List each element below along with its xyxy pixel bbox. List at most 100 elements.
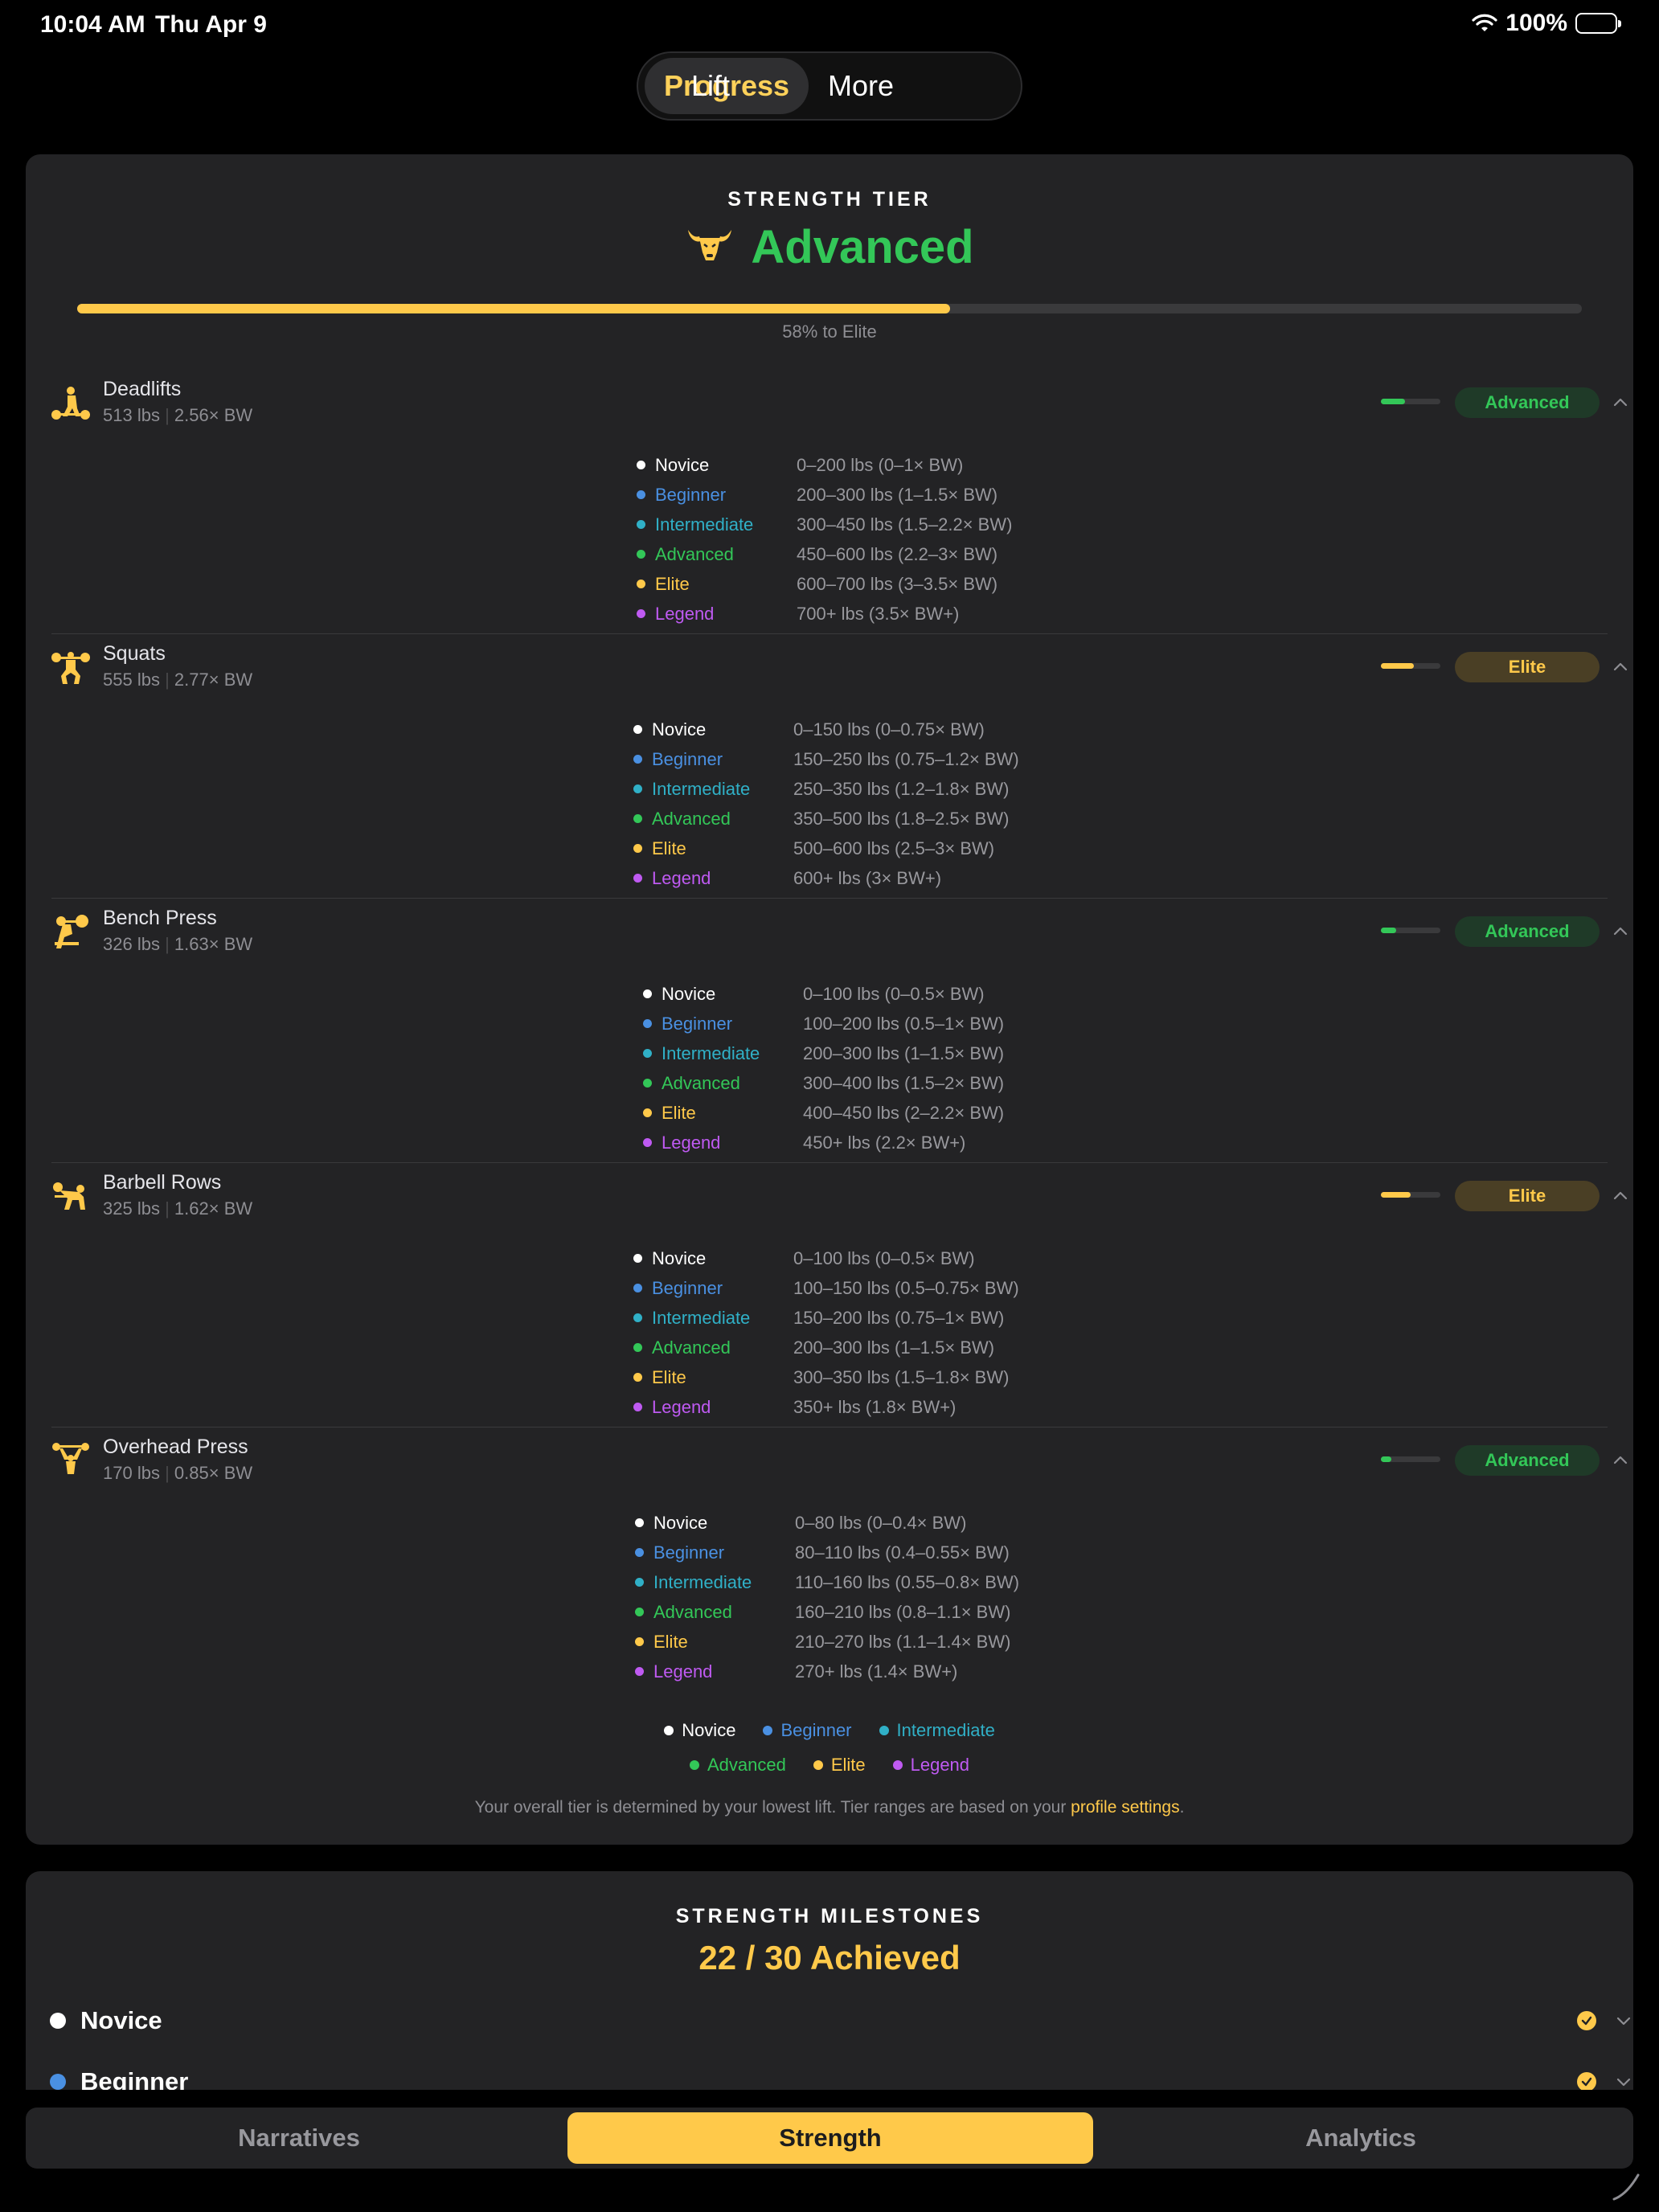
tier-name: Elite (653, 1631, 688, 1652)
lift-tier-badge: Advanced (1455, 387, 1600, 418)
tier-dot (643, 1138, 652, 1147)
tier-name: Elite (652, 838, 686, 858)
tier-dot (633, 1284, 642, 1292)
tab-lift[interactable]: Lift (664, 58, 757, 114)
overhead-press-icon (51, 1442, 90, 1481)
lift-divider (51, 898, 1608, 899)
tier-range: 300–400 lbs (1.5–2× BW) (803, 1072, 1005, 1093)
tab-more[interactable]: More (809, 58, 913, 114)
legend-item: Novice (664, 1720, 735, 1741)
tier-progress-bar (77, 304, 1582, 313)
milestones-count: 22 / 30 Achieved (698, 1939, 961, 1976)
lift-stats: 555 lbs | 2.77× BW (103, 670, 253, 690)
tier-range: 150–200 lbs (0.75–1× BW) (793, 1307, 1005, 1328)
tier-range-row: Intermediate 200–300 lbs (1–1.5× BW) (643, 1038, 1004, 1068)
tier-dot (643, 1019, 652, 1028)
tier-range-row: Elite 210–270 lbs (1.1–1.4× BW) (635, 1627, 1010, 1657)
chevron-up-icon[interactable] (1612, 924, 1628, 937)
tier-dot (637, 550, 645, 559)
tier-range: 160–210 lbs (0.8–1.1× BW) (795, 1601, 1011, 1622)
checkmark-icon (1577, 2072, 1596, 2091)
tier-dot (643, 1049, 652, 1058)
tier-range: 210–270 lbs (1.1–1.4× BW) (795, 1631, 1011, 1652)
tier-range: 250–350 lbs (1.2–1.8× BW) (793, 778, 1010, 799)
tier-range: 0–100 lbs (0–0.5× BW) (793, 1247, 975, 1268)
battery-percent: 100% (1505, 10, 1567, 36)
lift-name: Overhead Press (103, 1436, 248, 1458)
milestone-row-novice[interactable]: Novice (50, 1997, 1631, 2045)
legend-item: Beginner (763, 1720, 852, 1741)
tier-name: Novice (653, 1512, 708, 1533)
tier-name: Legend (662, 1132, 721, 1153)
tier-dot (643, 1108, 652, 1117)
lift-name: Barbell Rows (103, 1171, 222, 1194)
chevron-up-icon[interactable] (1612, 1189, 1628, 1202)
tier-range-row: Beginner 200–300 lbs (1–1.5× BW) (637, 480, 997, 510)
legend-item: Elite (813, 1755, 866, 1776)
tier-range: 80–110 lbs (0.4–0.55× BW) (795, 1542, 1010, 1563)
tier-range-row: Advanced 200–300 lbs (1–1.5× BW) (633, 1333, 994, 1362)
tier-name: Beginner (652, 1277, 723, 1298)
tier-name: Intermediate (652, 778, 751, 799)
tier-range: 400–450 lbs (2–2.2× BW) (803, 1102, 1005, 1123)
tier-name: Novice (652, 719, 707, 739)
tier-range: 110–160 lbs (0.55–0.8× BW) (795, 1571, 1020, 1592)
lift-stats: 325 lbs | 1.62× BW (103, 1198, 253, 1219)
squat-icon (51, 649, 90, 687)
tier-dot (637, 580, 645, 588)
profile-settings-link[interactable]: profile settings (1071, 1798, 1179, 1817)
tier-range-row: Novice 0–80 lbs (0–0.4× BW) (635, 1508, 966, 1538)
status-time: 10:04 AM (40, 11, 145, 38)
tier-dot (633, 874, 642, 883)
tier-range-row: Intermediate 110–160 lbs (0.55–0.8× BW) (635, 1567, 1019, 1597)
tab-analytics[interactable]: Analytics (1095, 2112, 1627, 2164)
tier-dot (633, 1373, 642, 1382)
tier-name: Legend (652, 867, 711, 888)
tier-name: Beginner (652, 748, 723, 769)
checkmark-icon (1577, 2011, 1596, 2030)
tier-range-row: Intermediate 250–350 lbs (1.2–1.8× BW) (633, 774, 1009, 804)
tier-range: 200–300 lbs (1–1.5× BW) (797, 484, 998, 505)
tab-strength[interactable]: Strength (567, 2112, 1093, 2164)
tier-range-row: Elite 400–450 lbs (2–2.2× BW) (643, 1098, 1004, 1128)
top-segmented-nav: Progress Lift More (637, 51, 1022, 121)
lift-stats: 170 lbs | 0.85× BW (103, 1463, 253, 1483)
tier-range: 200–300 lbs (1–1.5× BW) (803, 1043, 1005, 1063)
lift-divider (51, 633, 1608, 634)
tier-range-row: Intermediate 150–200 lbs (0.75–1× BW) (633, 1303, 1004, 1333)
bull-head-icon (685, 225, 735, 269)
lift-divider (51, 1427, 1608, 1428)
tier-range-row: Legend 600+ lbs (3× BW+) (633, 863, 941, 893)
tier-range: 0–200 lbs (0–1× BW) (797, 454, 964, 475)
tier-legend-row-1: Novice Beginner Intermediate (26, 1720, 1633, 1741)
tier-name: Elite (655, 573, 690, 594)
strength-tier-heading: STRENGTH TIER (727, 188, 932, 211)
deadlift-icon (51, 384, 90, 423)
tier-dot (633, 1403, 642, 1411)
battery-icon (1575, 13, 1621, 34)
tier-range: 350+ lbs (1.8× BW+) (793, 1396, 956, 1417)
tier-range: 450+ lbs (2.2× BW+) (803, 1132, 966, 1153)
tier-name: Legend (653, 1661, 713, 1682)
tier-dot (643, 989, 652, 998)
tier-name: Beginner (655, 484, 727, 505)
chevron-up-icon[interactable] (1612, 395, 1628, 408)
tab-narratives[interactable]: Narratives (32, 2112, 566, 2164)
tier-dot (50, 2074, 66, 2090)
tier-name: Advanced (653, 1601, 732, 1622)
tier-dot (633, 1254, 642, 1263)
chevron-down-icon[interactable] (1616, 2016, 1632, 2031)
chevron-up-icon[interactable] (1612, 1453, 1628, 1466)
legend-item: Legend (892, 1755, 969, 1776)
tier-range-row: Novice 0–150 lbs (0–0.75× BW) (633, 715, 985, 744)
tier-legend-row-2: Advanced Elite Legend (26, 1755, 1633, 1776)
lift-tier-badge: Advanced (1455, 1445, 1600, 1476)
tier-name: Beginner (662, 1013, 733, 1034)
lift-name: Squats (103, 642, 166, 665)
tier-dot (635, 1608, 644, 1616)
tier-range-row: Advanced 300–400 lbs (1.5–2× BW) (643, 1068, 1004, 1098)
tier-range-row: Advanced 450–600 lbs (2.2–3× BW) (637, 539, 997, 569)
chevron-up-icon[interactable] (1612, 660, 1628, 673)
tier-name: Intermediate (662, 1043, 760, 1063)
resize-handle-icon[interactable] (1611, 2170, 1643, 2206)
